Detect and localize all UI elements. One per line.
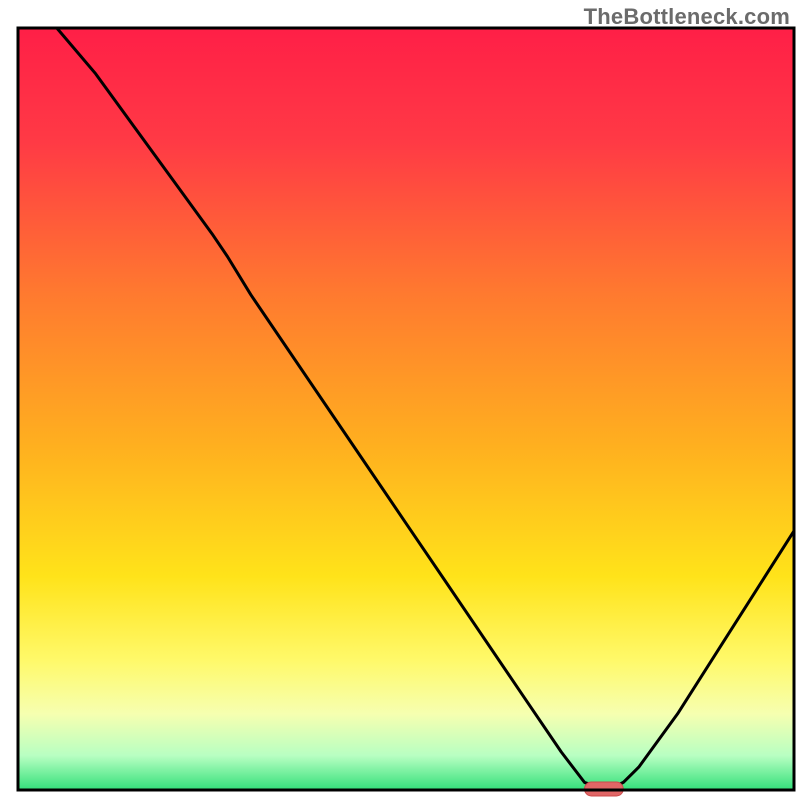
plot-background [18, 28, 794, 790]
chart-stage: TheBottleneck.com [0, 0, 800, 800]
bottleneck-chart [0, 0, 800, 800]
watermark-label: TheBottleneck.com [584, 4, 790, 30]
